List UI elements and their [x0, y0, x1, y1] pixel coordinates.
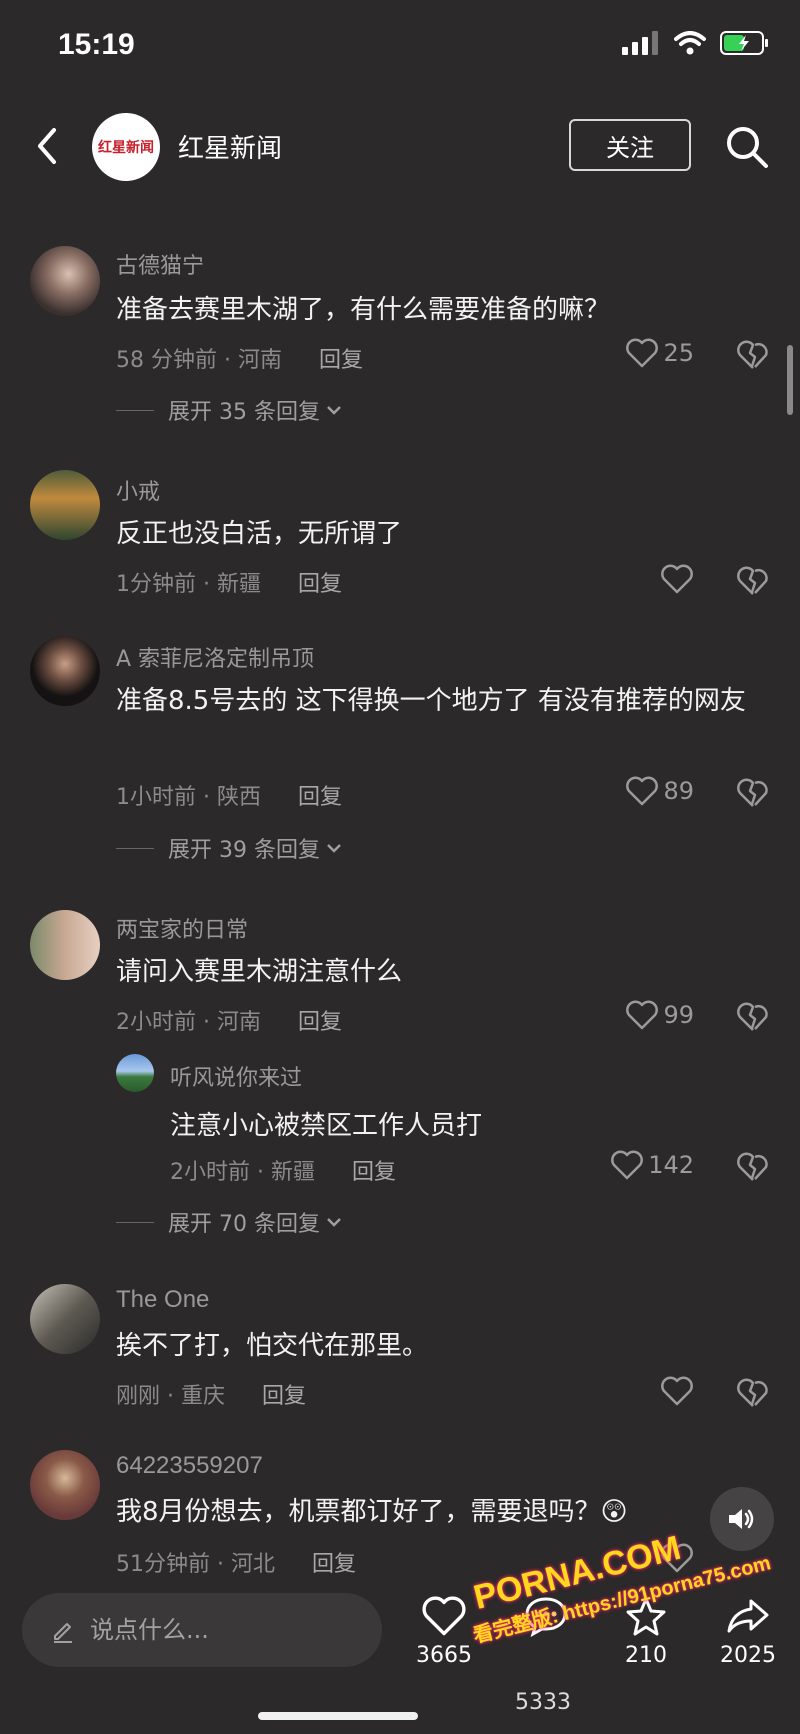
comment-input[interactable]: [88, 1615, 352, 1645]
avatar[interactable]: [30, 910, 100, 980]
heart-icon: [611, 1150, 644, 1180]
comment-username[interactable]: 64223559207: [116, 1452, 263, 1480]
broken-heart-icon[interactable]: [736, 1152, 770, 1182]
home-indicator[interactable]: [258, 1712, 418, 1720]
avatar[interactable]: [30, 470, 100, 540]
share-icon: [727, 1599, 769, 1633]
comment-text: 准备8.5号去的 这下得换一个地方了 有没有推荐的网友: [116, 686, 746, 716]
like-button[interactable]: [660, 1376, 694, 1406]
broken-heart-icon[interactable]: [736, 778, 770, 808]
star-total: 210: [625, 1643, 667, 1668]
chevron-down-icon: [327, 844, 341, 853]
like-button[interactable]: 25: [625, 338, 694, 368]
like-count: 142: [648, 1151, 694, 1179]
like-button[interactable]: [660, 564, 694, 594]
avatar[interactable]: [30, 246, 100, 316]
heart-icon: [626, 1000, 659, 1030]
channel-name[interactable]: 红星新闻: [178, 128, 282, 165]
broken-heart-icon[interactable]: [736, 1378, 770, 1408]
battery-icon: [720, 31, 768, 55]
like-count: 99: [663, 1001, 694, 1029]
expand-replies-button[interactable]: 展开 35 条回复: [116, 394, 344, 426]
reply-button[interactable]: 回复: [262, 1384, 306, 1409]
channel-avatar[interactable]: 红星新闻: [92, 113, 160, 181]
heart-icon: [626, 338, 659, 368]
comment-username[interactable]: The One: [116, 1286, 209, 1314]
comment-time-location: 1小时前 · 陕西: [116, 785, 261, 810]
comment-username[interactable]: A 索菲尼洛定制吊顶: [116, 641, 314, 673]
share-action[interactable]: 2025: [708, 1595, 788, 1668]
broken-heart-icon[interactable]: [736, 1002, 770, 1032]
like-total: 3665: [416, 1643, 472, 1668]
sub-reply-time-location: 2小时前 · 新疆: [170, 1160, 315, 1185]
avatar[interactable]: [30, 636, 100, 706]
status-bar: 15:19: [0, 0, 800, 95]
comment-meta: 刚刚 · 重庆 回复: [116, 1378, 306, 1410]
like-button[interactable]: 142: [610, 1150, 694, 1180]
status-icons: [622, 30, 770, 56]
comment-time-location: 1分钟前 · 新疆: [116, 572, 261, 597]
comment-time-location: 58 分钟前 · 河南: [116, 348, 282, 373]
wifi-icon: [674, 31, 706, 55]
pen-icon: [54, 1623, 72, 1643]
search-icon[interactable]: [724, 124, 770, 170]
comment-meta: 58 分钟前 · 河南 回复: [116, 342, 363, 374]
channel-logo-text: 红星新闻: [98, 140, 154, 156]
comment-meta: 2小时前 · 河南 回复: [116, 1004, 342, 1036]
reply-button[interactable]: 回复: [298, 785, 342, 810]
comment-meta: 1小时前 · 陕西 回复: [116, 779, 342, 811]
reply-button[interactable]: 回复: [319, 348, 363, 373]
like-button[interactable]: 99: [625, 1000, 694, 1030]
sub-reply-avatar[interactable]: [116, 1054, 154, 1092]
back-arrow-icon[interactable]: [28, 122, 68, 170]
share-total: 2025: [720, 1643, 776, 1668]
comment-total: 5333: [515, 1690, 571, 1715]
expand-replies-button[interactable]: 展开 39 条回复: [116, 832, 344, 864]
reply-button[interactable]: 回复: [352, 1160, 396, 1185]
comment-text: 挨不了打，怕交代在那里。: [116, 1331, 429, 1361]
signal-icon: [622, 31, 658, 55]
comment-input-box[interactable]: [22, 1593, 382, 1667]
scrollbar[interactable]: [787, 345, 793, 415]
comment-text: 反正也没白活，无所谓了: [116, 519, 403, 549]
follow-button[interactable]: 关注: [569, 119, 691, 171]
expand-replies-label: 展开 35 条回复: [168, 400, 320, 425]
heart-icon: [661, 1376, 693, 1406]
heart-icon: [626, 776, 659, 806]
comment-username[interactable]: 小戒: [116, 474, 160, 506]
expand-replies-label: 展开 39 条回复: [168, 838, 320, 863]
sub-reply-text: 注意小心被禁区工作人员打: [170, 1111, 483, 1141]
reply-button[interactable]: 回复: [312, 1552, 356, 1577]
like-button[interactable]: 89: [625, 776, 694, 806]
heart-icon: [661, 564, 693, 594]
comment-time-location: 刚刚 · 重庆: [116, 1384, 225, 1409]
heart-icon: [422, 1596, 466, 1636]
chevron-down-icon: [327, 1218, 341, 1227]
comment-username[interactable]: 古德猫宁: [116, 248, 204, 280]
comment-time-location: 2小时前 · 河南: [116, 1010, 261, 1035]
sub-reply-meta: 2小时前 · 新疆 回复: [170, 1154, 396, 1186]
bottom-action-bar: 3665 210 2025: [0, 1575, 800, 1734]
chevron-down-icon: [327, 406, 341, 415]
comment-text: 请问入赛里木湖注意什么: [116, 957, 403, 987]
broken-heart-icon[interactable]: [736, 566, 770, 596]
comment-time-location: 51分钟前 · 河北: [116, 1552, 275, 1577]
avatar[interactable]: [30, 1450, 100, 1520]
like-count: 89: [663, 777, 694, 805]
avatar[interactable]: [30, 1284, 100, 1354]
comment-username[interactable]: 两宝家的日常: [116, 912, 248, 944]
reply-button[interactable]: 回复: [298, 1010, 342, 1035]
status-time: 15:19: [58, 28, 135, 61]
comment-meta: 51分钟前 · 河北 回复: [116, 1546, 356, 1578]
comment-text: 准备去赛里木湖了，有什么需要准备的嘛？: [116, 295, 611, 325]
broken-heart-icon[interactable]: [736, 340, 770, 370]
reply-button[interactable]: 回复: [298, 572, 342, 597]
sub-reply-username[interactable]: 听风说你来过: [170, 1060, 302, 1092]
like-count: 25: [663, 339, 694, 367]
expand-replies-button[interactable]: 展开 70 条回复: [116, 1206, 344, 1238]
expand-replies-label: 展开 70 条回复: [168, 1212, 320, 1237]
comment-meta: 1分钟前 · 新疆 回复: [116, 566, 342, 598]
